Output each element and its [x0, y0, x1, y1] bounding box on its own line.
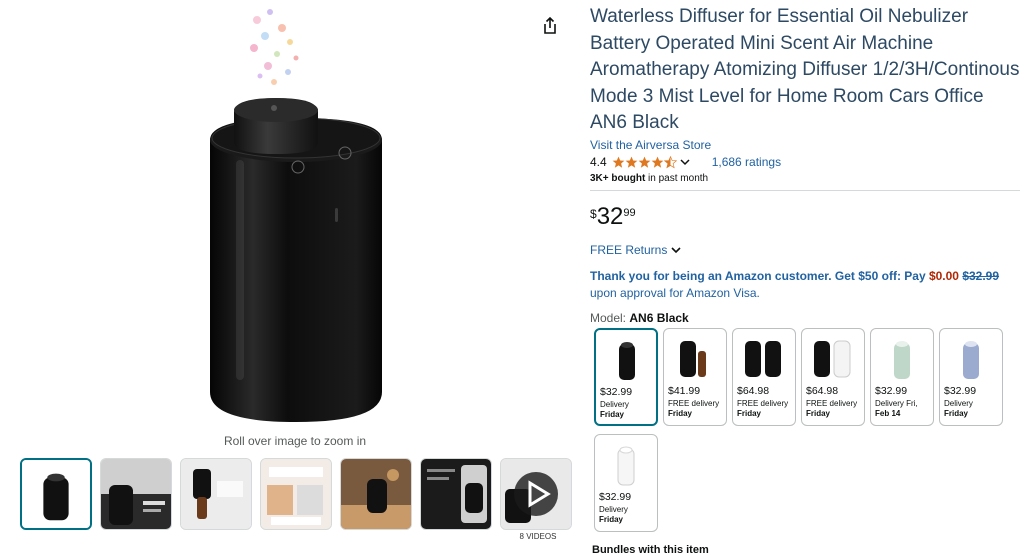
- star-rating[interactable]: [612, 155, 677, 169]
- thumbnail-strip: [20, 458, 580, 532]
- swatch-delivery: Delivery Friday: [600, 400, 629, 419]
- price-whole: 32: [596, 203, 624, 230]
- ratings-count-link[interactable]: 1,686 ratings: [712, 155, 781, 169]
- divider: [590, 190, 1020, 191]
- bought-bold: 3K+ bought: [590, 173, 646, 184]
- thumbnail-video[interactable]: [500, 458, 572, 530]
- thumbnail-2[interactable]: [100, 458, 172, 530]
- swatch-2[interactable]: $41.99 FREE delivery Friday: [663, 328, 727, 426]
- model-value: AN6 Black: [629, 311, 689, 325]
- price-symbol: $: [590, 207, 597, 221]
- swatch-delivery: Delivery Friday: [944, 399, 973, 418]
- star-icon: [638, 156, 651, 168]
- swatch-price: $64.98: [737, 385, 770, 397]
- free-returns-label: FREE Returns: [590, 243, 668, 257]
- price: $ 32 99: [590, 203, 636, 231]
- card-offer[interactable]: Thank you for being an Amazon customer. …: [590, 268, 1022, 302]
- bought-rest: in past month: [645, 173, 709, 184]
- swatch-delivery: Delivery Friday: [599, 505, 628, 524]
- bought-count: 3K+ bought in past month: [590, 173, 708, 184]
- video-count: 8 VIDEOS: [519, 532, 557, 541]
- share-icon[interactable]: [540, 16, 560, 36]
- bundles-heading: Bundles with this item: [592, 544, 709, 556]
- swatch-delivery: FREE delivery Friday: [737, 399, 789, 418]
- swatch-5[interactable]: $32.99 Delivery Fri, Feb 14: [870, 328, 934, 426]
- swatch-price: $32.99: [599, 491, 632, 503]
- rating-value: 4.4: [590, 155, 607, 169]
- swatch-3[interactable]: $64.98 FREE delivery Friday: [732, 328, 796, 426]
- offer-was: $32.99: [962, 269, 1000, 283]
- star-half-icon: [663, 155, 677, 168]
- rating-row: 4.4 1,686 ratings: [590, 154, 781, 170]
- star-icon: [612, 156, 625, 168]
- star-icon: [625, 156, 638, 168]
- thumbnail-3[interactable]: [180, 458, 252, 530]
- store-link[interactable]: Visit the Airversa Store: [590, 138, 711, 152]
- swatch-price: $32.99: [944, 385, 977, 397]
- star-icon: [651, 156, 664, 168]
- thumbnail-5[interactable]: [340, 458, 412, 530]
- thumbnail-1[interactable]: [20, 458, 92, 530]
- chevron-down-icon: [671, 247, 681, 254]
- swatch-7[interactable]: $32.99 Delivery Friday: [594, 434, 658, 532]
- swatch-delivery: Delivery Fri, Feb 14: [875, 399, 918, 418]
- main-product-image[interactable]: [170, 0, 420, 430]
- price-fraction: 99: [623, 207, 636, 219]
- swatch-delivery: FREE delivery Friday: [806, 399, 858, 418]
- swatch-delivery: FREE delivery Friday: [668, 399, 720, 418]
- zoom-hint: Roll over image to zoom in: [223, 434, 367, 448]
- product-title: Waterless Diffuser for Essential Oil Neb…: [590, 6, 1020, 133]
- free-returns-link[interactable]: FREE Returns: [590, 243, 681, 257]
- offer-pay: $0.00: [928, 269, 959, 283]
- swatch-6[interactable]: $32.99 Delivery Friday: [939, 328, 1003, 426]
- offer-lead: Thank you for being an Amazon customer. …: [590, 269, 929, 283]
- model-label: Model:: [590, 311, 630, 325]
- offer-tail: upon approval for Amazon Visa.: [590, 286, 760, 300]
- model-selector-label: Model: AN6 Black: [590, 311, 689, 325]
- thumbnail-4[interactable]: [260, 458, 332, 530]
- swatch-price: $41.99: [668, 385, 701, 397]
- swatch-price: $32.99: [600, 386, 633, 398]
- chevron-down-icon[interactable]: [680, 158, 690, 166]
- thumbnail-6[interactable]: [420, 458, 492, 530]
- swatch-price: $64.98: [806, 385, 839, 397]
- swatch-an6-black[interactable]: $32.99 Delivery Friday: [594, 328, 658, 426]
- swatch-price: $32.99: [875, 385, 908, 397]
- swatch-4[interactable]: $64.98 FREE delivery Friday: [801, 328, 865, 426]
